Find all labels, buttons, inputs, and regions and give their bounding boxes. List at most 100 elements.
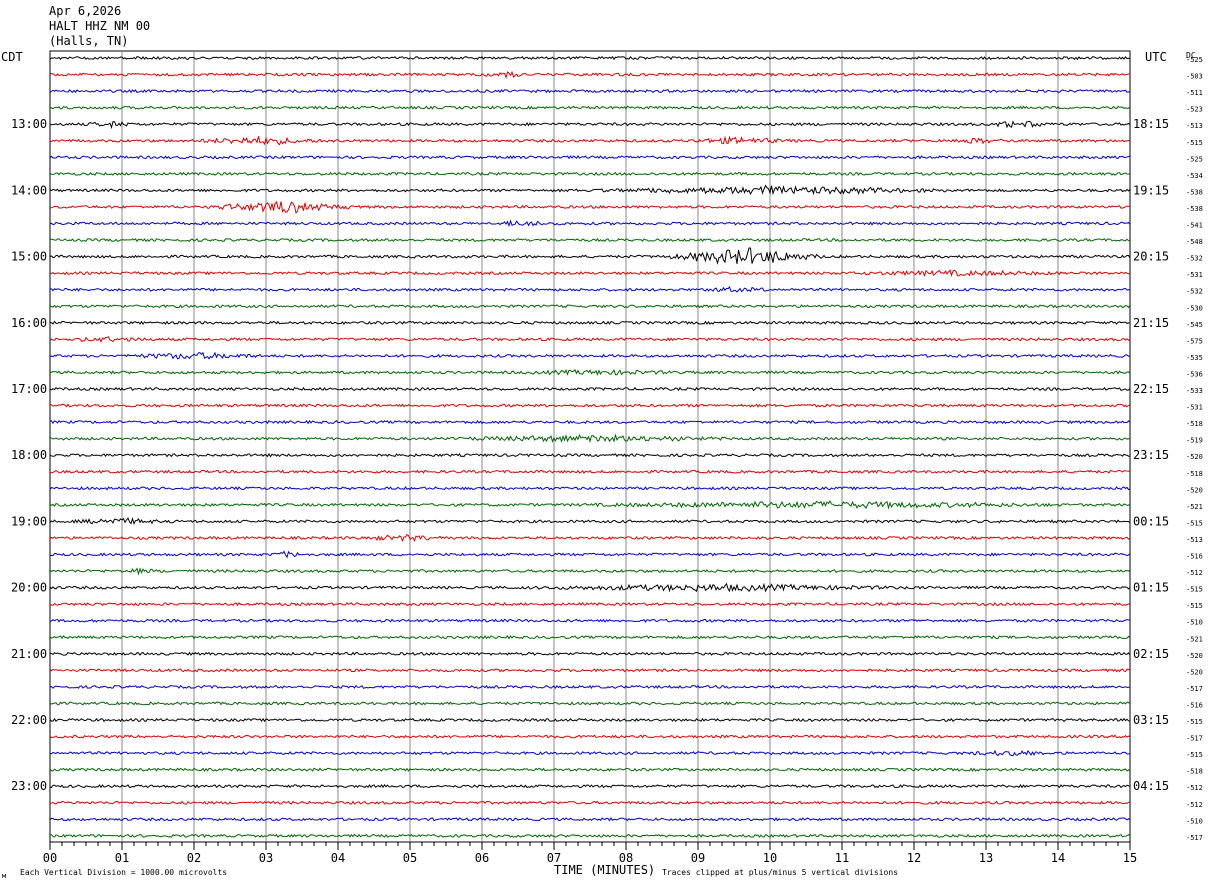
left-time-label: 15:00 xyxy=(11,250,47,264)
dc-offset-label: -520 xyxy=(1186,652,1203,660)
trace-row xyxy=(49,351,1131,360)
dc-offset-label: -517 xyxy=(1186,685,1203,693)
trace-row xyxy=(49,567,1131,576)
trace-row xyxy=(49,533,1131,543)
trace-row xyxy=(49,601,1131,607)
dc-offset-label: -519 xyxy=(1186,437,1203,445)
x-tick-label: 10 xyxy=(763,851,777,865)
dc-offset-label: -520 xyxy=(1186,453,1203,461)
trace-row xyxy=(49,717,1131,723)
trace-row xyxy=(49,749,1131,757)
trace-row xyxy=(49,582,1131,593)
left-time-label: 14:00 xyxy=(11,183,47,197)
dc-offset-label: -515 xyxy=(1186,519,1203,527)
dc-offset-label: -520 xyxy=(1186,486,1203,494)
left-time-label: 16:00 xyxy=(11,316,47,330)
dc-offset-label: -521 xyxy=(1186,635,1203,643)
trace-row xyxy=(49,403,1131,408)
dc-offset-label: -510 xyxy=(1186,817,1203,825)
trace-row xyxy=(49,304,1131,309)
left-time-label: 13:00 xyxy=(11,117,47,131)
dc-offset-label: -533 xyxy=(1186,387,1203,395)
trace-row xyxy=(49,171,1131,176)
dc-offset-label: -517 xyxy=(1186,735,1203,743)
left-time-label: 20:00 xyxy=(11,581,47,595)
dc-offset-label: -521 xyxy=(1186,503,1203,511)
right-time-label: 18:15 xyxy=(1133,117,1169,131)
dc-offset-label: -518 xyxy=(1186,420,1203,428)
trace-row xyxy=(49,767,1131,772)
dc-offset-label: -516 xyxy=(1186,701,1203,709)
dc-offset-label: -532 xyxy=(1186,255,1203,263)
dc-offset-label: -515 xyxy=(1186,139,1203,147)
trace-row xyxy=(49,618,1131,623)
trace-row xyxy=(49,784,1131,789)
dc-offset-label: -503 xyxy=(1186,73,1203,81)
left-time-label: 17:00 xyxy=(11,382,47,396)
trace-row xyxy=(49,486,1131,491)
x-tick-label: 12 xyxy=(907,851,921,865)
trace-row xyxy=(49,88,1131,94)
right-time-label: 00:15 xyxy=(1133,514,1169,528)
dc-offset-label: -532 xyxy=(1186,288,1203,296)
dc-offset-label: -513 xyxy=(1186,122,1203,130)
x-tick-label: 03 xyxy=(259,851,273,865)
trace-row xyxy=(49,369,1131,376)
dc-label: DC xyxy=(1186,51,1196,60)
left-time-label: 23:00 xyxy=(11,779,47,793)
chart-grid xyxy=(49,50,1131,850)
x-tick-label: 06 xyxy=(475,851,489,865)
dc-offset-label: -512 xyxy=(1186,801,1203,809)
dc-offset-label: -545 xyxy=(1186,321,1203,329)
left-time-label: 21:00 xyxy=(11,647,47,661)
right-time-label: 01:15 xyxy=(1133,581,1169,595)
dc-offset-label: -538 xyxy=(1186,205,1203,213)
trace-row xyxy=(49,701,1131,706)
x-tick-label: 00 xyxy=(43,851,57,865)
x-tick-label: 04 xyxy=(331,851,345,865)
x-tick-label: 13 xyxy=(979,851,993,865)
trace-row xyxy=(49,120,1131,130)
right-time-label: 20:15 xyxy=(1133,250,1169,264)
dc-offset-label: -513 xyxy=(1186,536,1203,544)
chart-labels: 00 01 02 03 04 05 06 07 08 09 10 11 12 13 14 15-525-503… xyxy=(11,56,1203,865)
trace-row xyxy=(50,237,1131,243)
trace-row xyxy=(49,469,1131,474)
trace-row xyxy=(49,635,1131,640)
x-tick-label: 14 xyxy=(1051,851,1065,865)
dc-offset-label: -541 xyxy=(1186,222,1203,230)
trace-row xyxy=(49,320,1131,326)
trace-row xyxy=(49,517,1131,525)
right-axis-label: UTC xyxy=(1145,50,1167,64)
trace-row xyxy=(49,155,1131,160)
dc-offset-label: -538 xyxy=(1186,188,1203,196)
dc-offset-label: -525 xyxy=(1186,155,1203,163)
trace-row xyxy=(49,800,1131,805)
trace-row xyxy=(49,453,1131,458)
left-time-label: 18:00 xyxy=(11,448,47,462)
dc-offset-label: -520 xyxy=(1186,668,1203,676)
dc-offset-label: -523 xyxy=(1186,106,1203,114)
dc-offset-label: -536 xyxy=(1186,370,1203,378)
right-time-label: 02:15 xyxy=(1133,647,1169,661)
dc-offset-label: -548 xyxy=(1186,238,1203,246)
dc-offset-label: -517 xyxy=(1186,834,1203,842)
dc-offset-label: -531 xyxy=(1186,404,1203,412)
trace-row xyxy=(49,247,1131,265)
dc-offset-label: -511 xyxy=(1186,89,1203,97)
helicorder-chart: 00 01 02 03 04 05 06 07 08 09 10 11 12 13 14 15-525-503… xyxy=(1,50,1203,880)
dc-offset-label: -575 xyxy=(1186,337,1203,345)
trace-row xyxy=(49,817,1131,822)
trace-row xyxy=(49,269,1131,278)
dc-offset-label: -518 xyxy=(1186,470,1203,478)
dc-offset-label: -530 xyxy=(1186,304,1203,312)
left-axis-label: CDT xyxy=(1,50,23,64)
dc-offset-label: -516 xyxy=(1186,553,1203,561)
trace-row xyxy=(49,70,1131,80)
trace-row xyxy=(49,433,1131,444)
corner-mark: м xyxy=(2,872,7,880)
plot-frame xyxy=(49,50,1131,843)
chart-traces xyxy=(49,55,1131,838)
trace-row xyxy=(49,499,1131,510)
right-time-label: 03:15 xyxy=(1133,713,1169,727)
